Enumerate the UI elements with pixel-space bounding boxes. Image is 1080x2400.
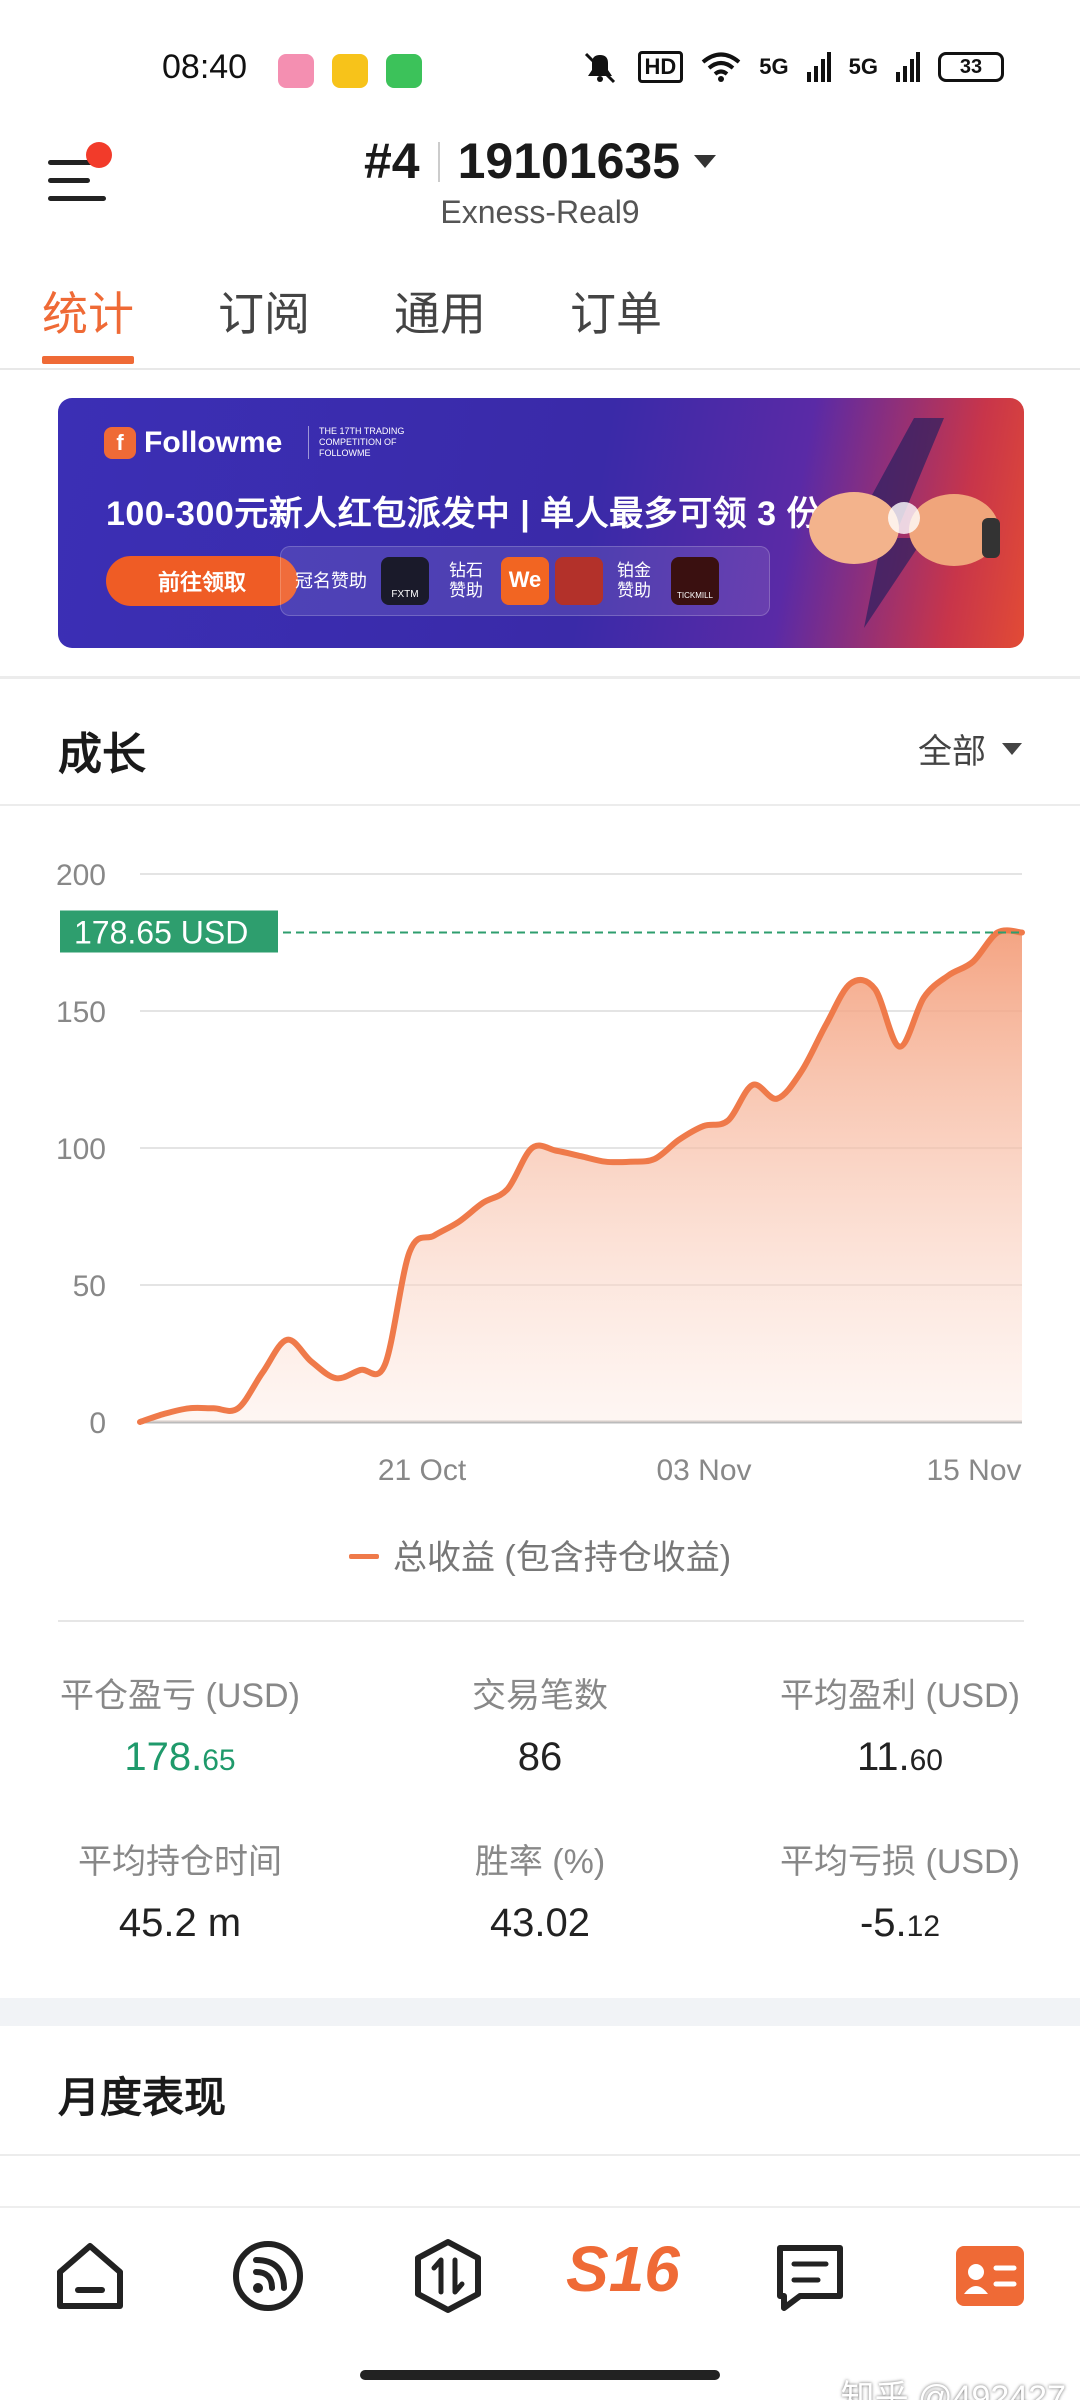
status-bar: 08:40 HD 5G 5G 33 — [0, 0, 1080, 120]
mute-icon — [584, 52, 615, 84]
watermark: 知乎 @492427 — [840, 2379, 1066, 2400]
wifi-icon — [702, 52, 741, 82]
stat-label: 平均亏损 (USD) — [780, 1843, 1020, 1881]
y-tick-label: 50 — [73, 1270, 106, 1303]
signal-5g-icon: 5G — [759, 54, 789, 79]
stat-value: 11.60 — [856, 1735, 943, 1779]
signal-bars-icon — [806, 52, 831, 82]
account-selector[interactable]: #4 19101635 — [0, 132, 1080, 190]
legend-label: 总收益 (包含持仓收益) — [392, 1539, 732, 1577]
account-server: Exness-Real9 — [440, 194, 640, 230]
section-divider — [0, 676, 1080, 679]
growth-area — [140, 930, 1022, 1422]
we-logo: We — [501, 557, 549, 605]
chevron-down-icon — [694, 155, 717, 168]
stats-divider — [58, 1620, 1024, 1622]
followme-logo: f Followme — [104, 426, 282, 460]
stat-label: 平均持仓时间 — [78, 1843, 282, 1881]
stat-label: 平均盈利 (USD) — [780, 1677, 1020, 1715]
stat-value: -5.12 — [859, 1901, 941, 1945]
ebc-logo — [555, 557, 603, 605]
trade-icon[interactable] — [408, 2236, 488, 2316]
x-tick-label: 03 Nov — [656, 1454, 751, 1487]
tab-subscription[interactable]: 订阅 — [218, 278, 310, 344]
y-tick-label: 0 — [89, 1407, 106, 1440]
stat-value: 43.02 — [489, 1901, 591, 1945]
battery-icon: 33 — [938, 52, 1004, 82]
tickmill-logo: TICKMILL — [671, 557, 719, 605]
sponsor-platinum-label: 铂金赞助 — [617, 561, 651, 600]
status-time: 08:40 — [162, 48, 248, 86]
section-gap — [0, 1998, 1080, 2026]
stat-label: 交易笔数 — [472, 1677, 608, 1715]
y-tick-label: 100 — [56, 1133, 106, 1166]
tab-bar: 统计 订阅 通用 订单 — [0, 262, 1080, 370]
account-rank: #4 — [363, 133, 420, 189]
stat-value: 86 — [517, 1735, 563, 1779]
chart-legend: 总收益 (包含持仓收益) — [0, 1530, 1080, 1579]
stat-closed-pl: 平仓盈亏 (USD) 178.65 — [10, 1668, 350, 1780]
sponsor-box: 冠名赞助 FXTM 钻石赞助 We 铂金赞助 TICKMILL — [280, 546, 770, 616]
sponsor-diamond-label: 钻石赞助 — [449, 561, 483, 600]
stat-label: 胜率 (%) — [474, 1843, 606, 1881]
battery-level: 33 — [959, 55, 983, 78]
current-value-label: 178.65 USD — [74, 914, 248, 950]
s16-logo[interactable]: S16 — [566, 2232, 686, 2312]
home-icon[interactable] — [50, 2236, 130, 2316]
section-divider — [0, 804, 1080, 806]
stat-avg-profit: 平均盈利 (USD) 11.60 — [730, 1668, 1070, 1780]
y-tick-label: 150 — [56, 996, 106, 1029]
news-icon[interactable] — [770, 2236, 850, 2316]
profile-icon[interactable] — [950, 2236, 1030, 2316]
signal-bars-icon — [896, 52, 920, 82]
banner-brand: Followme — [144, 426, 283, 459]
stat-win-rate: 胜率 (%) 43.02 — [370, 1834, 710, 1946]
x-tick-label: 15 Nov — [926, 1454, 1021, 1487]
stat-value: 178.65 — [124, 1735, 236, 1779]
tab-orders[interactable]: 订单 — [570, 278, 662, 344]
claim-button[interactable]: 前往领取 — [106, 556, 298, 606]
status-right: HD 5G 5G 33 — [580, 50, 1004, 84]
mail-icon — [332, 54, 368, 88]
tab-statistics[interactable]: 统计 — [42, 278, 134, 344]
x-tick-label: 21 Oct — [378, 1454, 467, 1487]
bottom-nav: S16 — [0, 2206, 1080, 2356]
stat-avg-loss: 平均亏损 (USD) -5.12 — [730, 1834, 1070, 1946]
legend-swatch — [348, 1554, 379, 1559]
range-selector[interactable]: 全部 — [918, 724, 1022, 773]
bilibili-icon — [278, 54, 314, 88]
fist-bump-illustration — [809, 418, 1000, 628]
y-tick-label: 200 — [56, 859, 106, 892]
tab-active-indicator — [42, 356, 134, 364]
range-label: 全部 — [918, 733, 986, 771]
sponsor-title-label: 冠名赞助 — [295, 571, 367, 591]
fxtm-logo: FXTM — [381, 557, 429, 605]
chevron-down-icon — [1002, 742, 1022, 755]
growth-chart: 0 50 100 150 200 21 Oct 03 Nov 15 Nov 178.65 U… — [56, 859, 1025, 1487]
home-indicator[interactable] — [360, 2370, 720, 2380]
stat-avg-hold: 平均持仓时间 45.2 m — [10, 1834, 350, 1946]
growth-title: 成长 — [58, 730, 146, 779]
stat-value: 45.2 m — [118, 1901, 242, 1945]
feed-icon[interactable] — [228, 2236, 308, 2316]
promo-banner[interactable]: f Followme THE 17TH TRADING COMPETITION O… — [58, 398, 1024, 648]
tab-general[interactable]: 通用 — [394, 278, 486, 344]
banner-headline: 100-300元新人红包派发中 | 单人最多可领 3 份 — [106, 495, 821, 533]
app-header: #4 19101635 Exness-Real9 — [0, 120, 1080, 250]
monthly-title: 月度表现 — [58, 2074, 227, 2121]
stat-label: 平仓盈亏 (USD) — [60, 1677, 300, 1715]
signal-5g-icon: 5G — [848, 54, 878, 79]
account-id: 19101635 — [457, 133, 681, 189]
stat-trades: 交易笔数 86 — [370, 1668, 710, 1780]
message-icon — [386, 54, 422, 88]
hd-icon: HD — [637, 51, 684, 83]
banner-competition: THE 17TH TRADING COMPETITION OF FOLLOWME — [308, 426, 448, 459]
section-divider — [0, 2154, 1080, 2156]
